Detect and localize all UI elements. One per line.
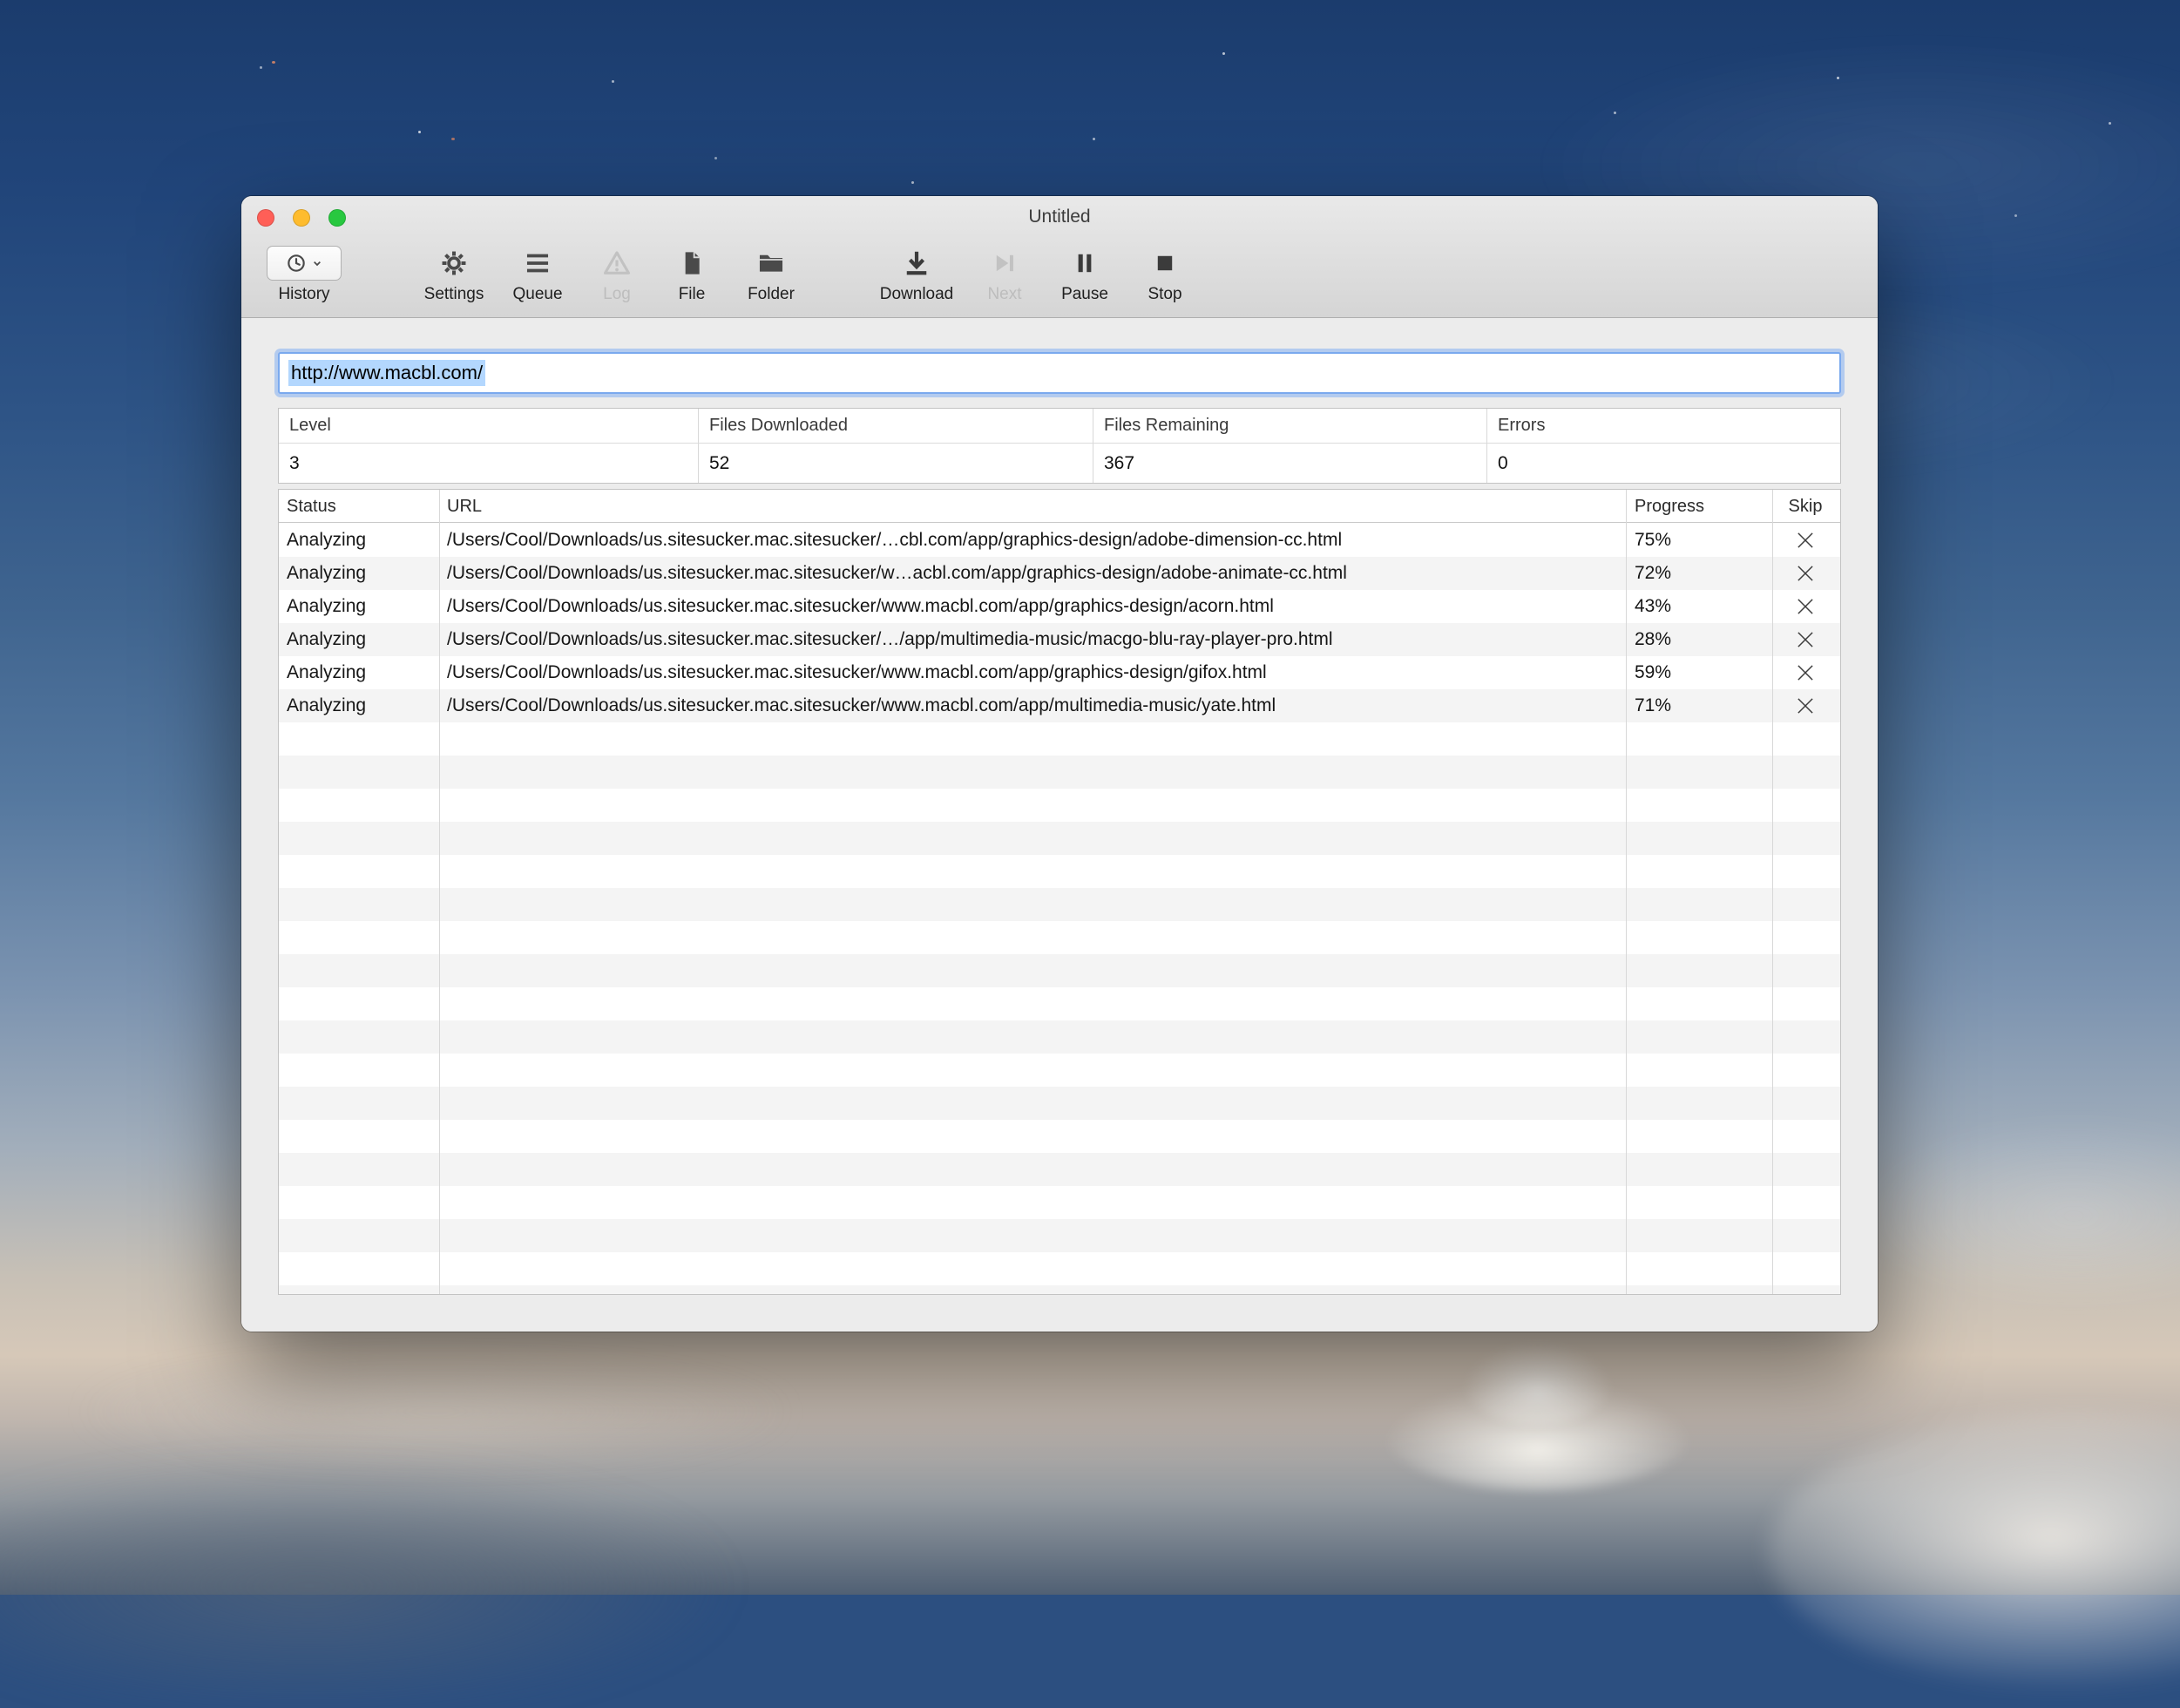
- window-title: Untitled: [1028, 207, 1091, 227]
- log-button: Log: [579, 243, 654, 304]
- queue-row[interactable]: Analyzing /Users/Cool/Downloads/us.sites…: [279, 524, 1840, 557]
- file-button[interactable]: File: [654, 243, 729, 304]
- skip-icon[interactable]: [1794, 595, 1817, 618]
- row-url: /Users/Cool/Downloads/us.sitesucker.mac.…: [447, 629, 1333, 649]
- skip-icon[interactable]: [1794, 562, 1817, 585]
- settings-button[interactable]: Settings: [412, 243, 496, 304]
- next-button: Next: [965, 243, 1045, 304]
- queue-table: Status URL Progress Skip Analyzing /User…: [278, 489, 1841, 1295]
- skip-icon[interactable]: [1794, 661, 1817, 684]
- row-progress: 28%: [1635, 629, 1672, 649]
- settings-label: Settings: [423, 285, 484, 303]
- stats-value-errors: 0: [1498, 452, 1508, 473]
- column-divider: [1772, 490, 1773, 1294]
- file-icon: [685, 252, 700, 274]
- row-url: /Users/Cool/Downloads/us.sitesucker.mac.…: [447, 530, 1343, 550]
- queue-header-progress: Progress: [1635, 497, 1705, 516]
- chevron-down-icon: [313, 261, 321, 267]
- skip-icon[interactable]: [1794, 695, 1817, 717]
- row-skip-cell: [1770, 623, 1840, 656]
- stats-header-files-downloaded: Files Downloaded: [699, 409, 1093, 444]
- queue-row[interactable]: Analyzing /Users/Cool/Downloads/us.sites…: [279, 656, 1840, 689]
- folder-label: Folder: [748, 285, 795, 303]
- row-skip-cell: [1770, 557, 1840, 590]
- star-specks: [0, 0, 3, 3]
- row-progress: 71%: [1635, 695, 1672, 715]
- queue-row[interactable]: Analyzing /Users/Cool/Downloads/us.sites…: [279, 557, 1840, 590]
- row-url: /Users/Cool/Downloads/us.sitesucker.mac.…: [447, 596, 1274, 616]
- row-status: Analyzing: [287, 530, 367, 550]
- stop-label: Stop: [1148, 285, 1182, 303]
- row-status: Analyzing: [287, 695, 367, 715]
- app-window: Untitled History Settings Queue Log File…: [241, 196, 1878, 1332]
- row-progress: 59%: [1635, 662, 1672, 682]
- download-button[interactable]: Download: [869, 243, 965, 304]
- pause-icon: [1078, 254, 1092, 273]
- queue-header-url: URL: [447, 497, 483, 516]
- stats-header-files-remaining: Files Remaining: [1093, 409, 1487, 444]
- history-clock-icon: [287, 254, 305, 272]
- url-text-selected: http://www.macbl.com/: [288, 360, 486, 386]
- queue-body: Analyzing /Users/Cool/Downloads/us.sites…: [279, 524, 1840, 1294]
- skip-icon[interactable]: [1794, 529, 1817, 552]
- stats-value-level: 3: [279, 444, 699, 483]
- stop-button[interactable]: Stop: [1125, 243, 1205, 304]
- download-icon: [906, 251, 927, 275]
- history-button[interactable]: [267, 246, 342, 281]
- queue-row[interactable]: Analyzing /Users/Cool/Downloads/us.sites…: [279, 590, 1840, 623]
- row-status: Analyzing: [287, 662, 367, 682]
- queue-header-skip: Skip: [1788, 497, 1823, 516]
- row-url: /Users/Cool/Downloads/us.sitesucker.mac.…: [447, 563, 1347, 583]
- stats-table: Level Files Downloaded Files Remaining E…: [278, 408, 1841, 484]
- history-group: History: [259, 243, 349, 304]
- queue-row[interactable]: Analyzing /Users/Cool/Downloads/us.sites…: [279, 689, 1840, 722]
- stats-value-files-downloaded: 52: [699, 444, 1093, 483]
- history-label: History: [278, 285, 330, 303]
- skip-next-icon: [996, 254, 1013, 272]
- row-skip-cell: [1770, 656, 1840, 689]
- warning-icon: [603, 251, 631, 274]
- stats-header-errors: Errors: [1487, 409, 1840, 444]
- stats-value-files-remaining: 367: [1093, 444, 1487, 483]
- next-label: Next: [987, 285, 1022, 303]
- pause-label: Pause: [1061, 285, 1108, 303]
- row-status: Analyzing: [287, 596, 367, 616]
- file-label: File: [678, 285, 706, 303]
- download-label: Download: [879, 285, 954, 303]
- column-divider: [1626, 490, 1627, 1294]
- row-skip-cell: [1770, 524, 1840, 557]
- stop-icon: [1157, 255, 1173, 271]
- stats-header-level: Level: [279, 409, 699, 444]
- window-chrome: Untitled History Settings Queue Log File…: [241, 196, 1878, 318]
- row-url: /Users/Cool/Downloads/us.sitesucker.mac.…: [447, 695, 1276, 715]
- row-progress: 72%: [1635, 563, 1672, 583]
- skip-icon[interactable]: [1794, 628, 1817, 651]
- queue-button[interactable]: Queue: [496, 243, 579, 304]
- row-status: Analyzing: [287, 563, 367, 583]
- url-input[interactable]: http://www.macbl.com/: [278, 352, 1841, 394]
- queue-header-row: Status URL Progress Skip: [279, 490, 1840, 523]
- folder-icon: [759, 254, 783, 272]
- window-content: http://www.macbl.com/ Level Files Downlo…: [241, 318, 1878, 1332]
- pause-button[interactable]: Pause: [1045, 243, 1125, 304]
- row-skip-cell: [1770, 689, 1840, 722]
- log-label: Log: [603, 285, 631, 303]
- row-status: Analyzing: [287, 629, 367, 649]
- gear-icon: [442, 251, 466, 275]
- queue-row[interactable]: Analyzing /Users/Cool/Downloads/us.sites…: [279, 623, 1840, 656]
- column-divider: [439, 490, 440, 1294]
- queue-label: Queue: [512, 285, 563, 303]
- row-url: /Users/Cool/Downloads/us.sitesucker.mac.…: [447, 662, 1267, 682]
- row-progress: 75%: [1635, 530, 1672, 550]
- folder-button[interactable]: Folder: [729, 243, 813, 304]
- row-skip-cell: [1770, 590, 1840, 623]
- row-progress: 43%: [1635, 596, 1672, 616]
- list-icon: [526, 254, 549, 273]
- queue-header-status: Status: [287, 497, 336, 516]
- toolbar: History Settings Queue Log File Folder D…: [241, 236, 1878, 317]
